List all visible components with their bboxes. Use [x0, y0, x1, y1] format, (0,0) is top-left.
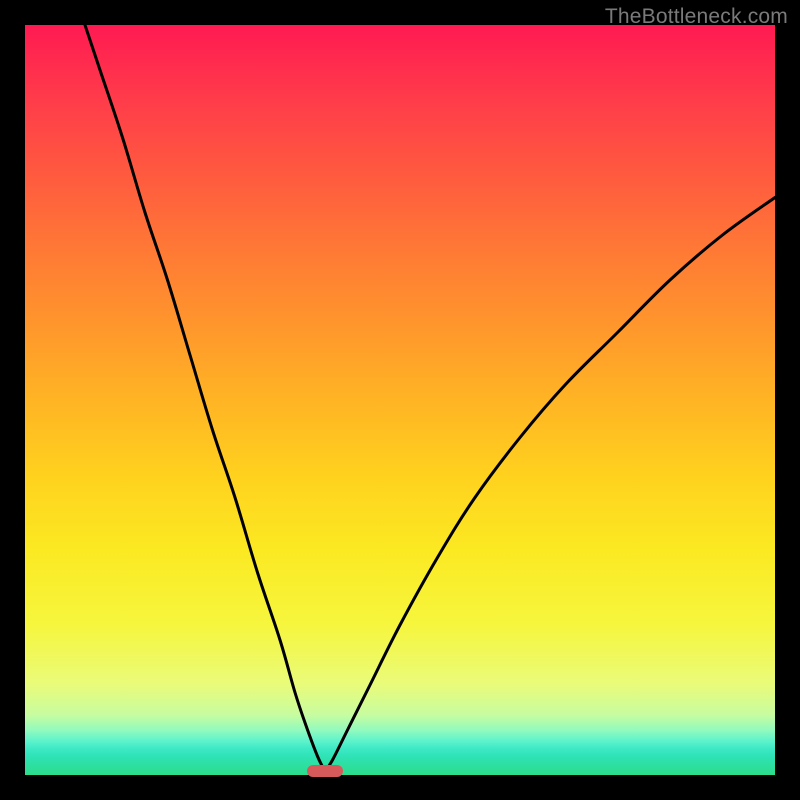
- minimum-marker: [307, 765, 343, 777]
- chart-container: TheBottleneck.com: [0, 0, 800, 800]
- bottleneck-curve: [25, 25, 775, 775]
- watermark-text: TheBottleneck.com: [605, 5, 788, 29]
